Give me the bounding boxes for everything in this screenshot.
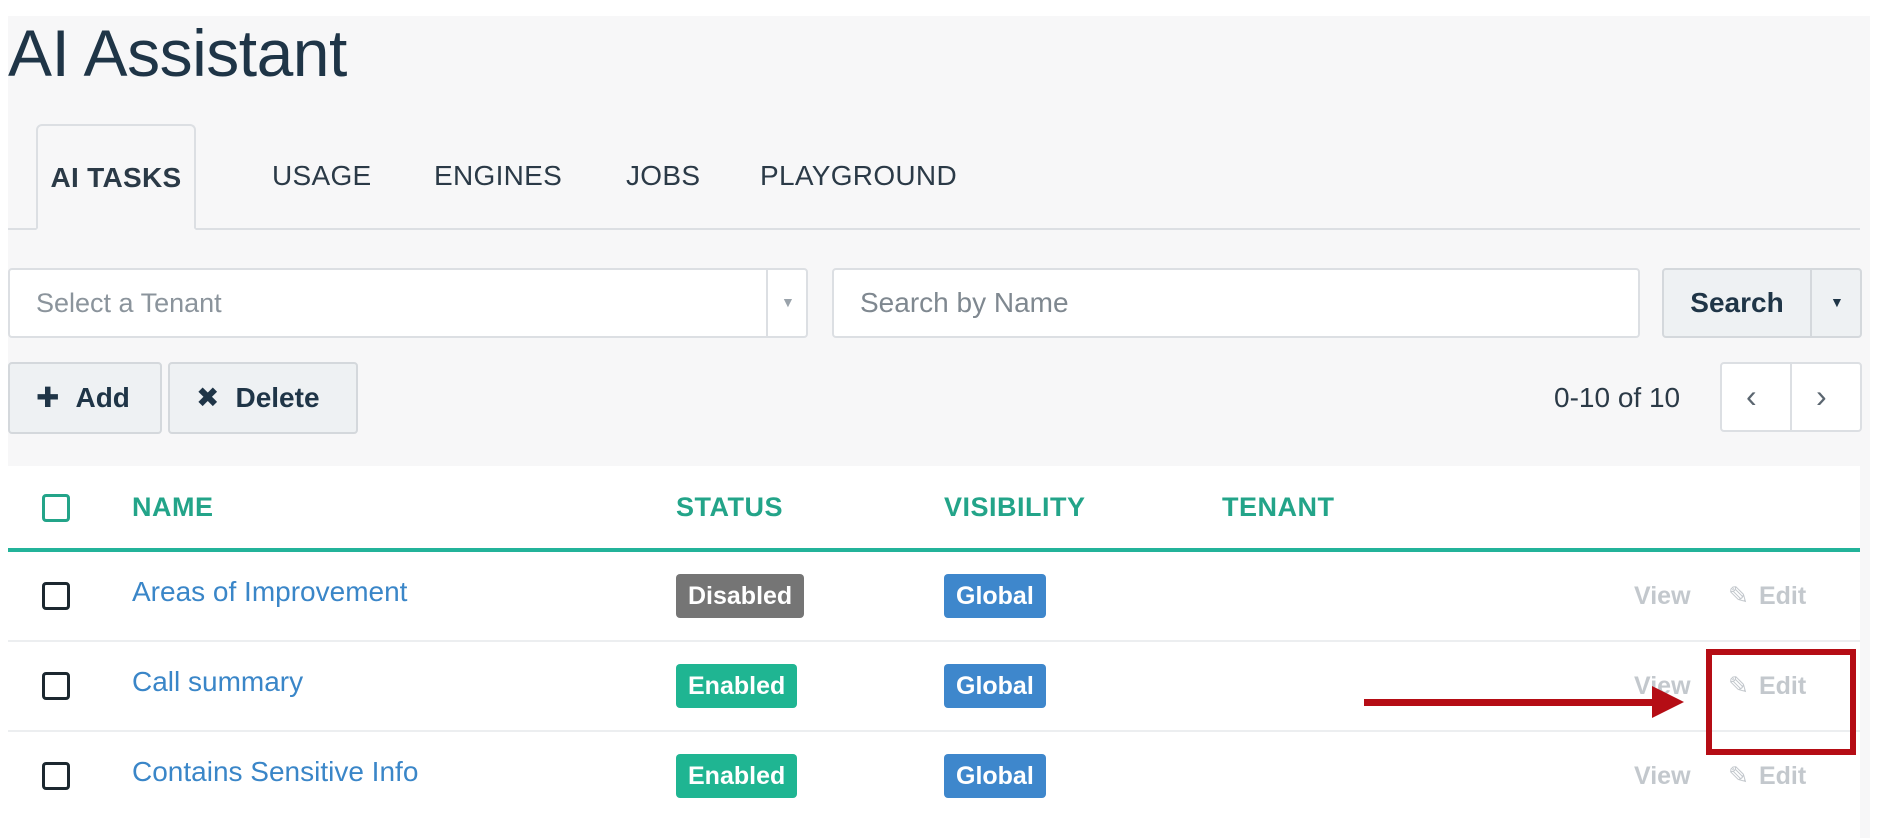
tab-usage[interactable]: USAGE (272, 124, 372, 228)
visibility-badge: Global (944, 754, 1046, 798)
visibility-badge: Global (944, 574, 1046, 618)
tab-engines[interactable]: ENGINES (434, 124, 562, 228)
pencil-square-icon: ✎ (1728, 762, 1749, 790)
table-row: Contains Sensitive Info Enabled Global V… (8, 732, 1860, 820)
edit-link[interactable]: ✎ Edit (1728, 552, 1806, 640)
tenant-select-toggle[interactable]: ▼ (766, 270, 806, 336)
status-badge: Disabled (676, 574, 805, 618)
table-row: Areas of Improvement Disabled Global Vie… (8, 552, 1860, 642)
column-header-name[interactable]: NAME (132, 466, 214, 548)
chevron-left-icon: ‹ (1746, 378, 1757, 414)
table-header: NAME STATUS VISIBILITY TENANT (8, 466, 1860, 552)
table-row: Call summary Enabled Global View ✎ Edit (8, 642, 1860, 732)
next-page-button[interactable]: › (1790, 362, 1862, 432)
annotation-highlight-box (1706, 649, 1856, 755)
pagination-range: 0-10 of 10 (1554, 382, 1681, 413)
add-button[interactable]: ✚ Add (8, 362, 162, 434)
annotation-arrow-line (1364, 699, 1654, 706)
pencil-square-icon: ✎ (1728, 582, 1749, 610)
column-header-status[interactable]: STATUS (676, 466, 783, 548)
x-icon: ✖ (196, 382, 220, 413)
tab-ai-tasks[interactable]: AI TASKS (36, 124, 196, 230)
delete-button-label: Delete (235, 382, 320, 413)
status-badge: Enabled (676, 754, 798, 798)
task-name-link[interactable]: Contains Sensitive Info (132, 732, 418, 812)
caret-down-icon: ▼ (781, 294, 795, 310)
page-title: AI Assistant (8, 16, 347, 90)
delete-button[interactable]: ✖ Delete (168, 362, 358, 434)
row-checkbox[interactable] (42, 762, 70, 790)
plus-icon: ✚ (36, 382, 60, 413)
annotation-arrow-head (1652, 686, 1684, 718)
edit-link-label: Edit (1758, 762, 1807, 790)
select-all-checkbox[interactable] (42, 494, 70, 522)
view-link[interactable]: View (1634, 732, 1691, 820)
tab-playground[interactable]: PLAYGROUND (760, 124, 957, 228)
tab-bar: AI TASKS USAGE ENGINES JOBS PLAYGROUND (8, 124, 1860, 230)
search-button[interactable]: Search (1662, 268, 1812, 338)
caret-down-icon: ▼ (1830, 294, 1844, 310)
add-button-label: Add (75, 382, 130, 413)
visibility-badge: Global (944, 664, 1046, 708)
status-badge: Enabled (676, 664, 798, 708)
view-link[interactable]: View (1634, 552, 1691, 640)
tenant-select[interactable]: Select a Tenant ▼ (8, 268, 808, 338)
edit-link-label: Edit (1758, 582, 1807, 610)
ai-tasks-table: NAME STATUS VISIBILITY TENANT Areas of I… (8, 466, 1860, 838)
row-checkbox[interactable] (42, 582, 70, 610)
search-options-button[interactable]: ▼ (1810, 268, 1862, 338)
tab-jobs[interactable]: JOBS (626, 124, 700, 228)
search-input[interactable] (832, 268, 1640, 338)
column-header-visibility[interactable]: VISIBILITY (944, 466, 1086, 548)
prev-page-button[interactable]: ‹ (1720, 362, 1792, 432)
tenant-select-placeholder: Select a Tenant (36, 288, 222, 318)
task-name-link[interactable]: Call summary (132, 642, 303, 722)
row-checkbox[interactable] (42, 672, 70, 700)
chevron-right-icon: › (1816, 378, 1827, 414)
column-header-tenant[interactable]: TENANT (1222, 466, 1335, 548)
task-name-link[interactable]: Areas of Improvement (132, 552, 407, 632)
